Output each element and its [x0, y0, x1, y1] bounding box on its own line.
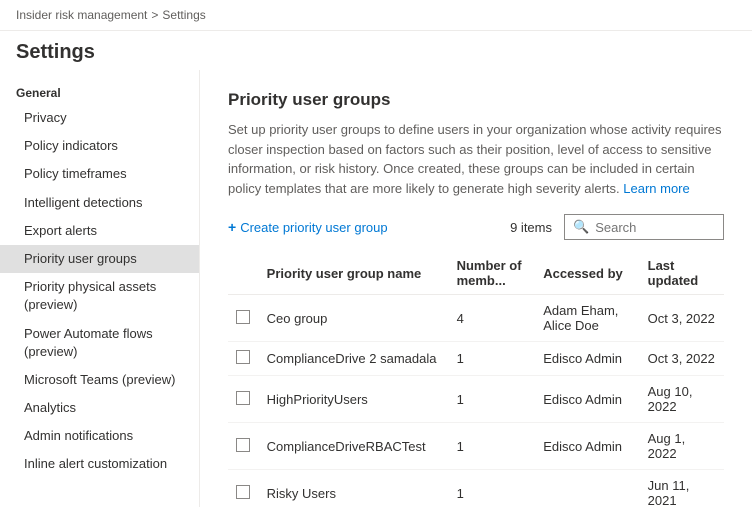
row-group-name: ComplianceDriveRBACTest [259, 423, 449, 470]
create-priority-user-group-button[interactable]: + Create priority user group [228, 215, 388, 239]
plus-icon: + [228, 219, 236, 235]
sidebar-item-policy-timeframes[interactable]: Policy timeframes [0, 160, 199, 188]
sidebar-item-analytics[interactable]: Analytics [0, 394, 199, 422]
table-row: HighPriorityUsers1Edisco AdminAug 10, 20… [228, 376, 724, 423]
page-title: Settings [16, 41, 736, 64]
row-last-updated: Oct 3, 2022 [640, 342, 724, 376]
table-row: Risky Users1 Jun 11, 2021 [228, 470, 724, 507]
col-header-name: Priority user group name [259, 252, 449, 295]
row-checkbox[interactable] [236, 485, 250, 499]
row-accessed-by [535, 470, 639, 507]
sidebar-item-power-automate-flows[interactable]: Power Automate flows (preview) [0, 320, 199, 366]
breadcrumb: Insider risk management > Settings [0, 0, 752, 31]
col-header-members: Number of memb... [449, 252, 536, 295]
row-last-updated: Oct 3, 2022 [640, 295, 724, 342]
table-row: ComplianceDrive 2 samadala1Edisco AdminO… [228, 342, 724, 376]
sidebar-item-privacy[interactable]: Privacy [0, 104, 199, 132]
sidebar-section-general: General [0, 80, 199, 104]
page-header: Settings [0, 31, 752, 70]
row-members-count: 1 [449, 376, 536, 423]
sidebar-item-export-alerts[interactable]: Export alerts [0, 217, 199, 245]
col-header-accessed: Accessed by [535, 252, 639, 295]
row-members-count: 4 [449, 295, 536, 342]
row-group-name: HighPriorityUsers [259, 376, 449, 423]
toolbar-right: 9 items 🔍 [510, 214, 724, 240]
table-header: Priority user group name Number of memb.… [228, 252, 724, 295]
search-input[interactable] [595, 220, 715, 235]
row-group-name: Risky Users [259, 470, 449, 507]
row-members-count: 1 [449, 470, 536, 507]
priority-user-groups-table: Priority user group name Number of memb.… [228, 252, 724, 507]
section-title: Priority user groups [228, 90, 724, 110]
content-area: General PrivacyPolicy indicatorsPolicy t… [0, 70, 752, 507]
row-accessed-by: Edisco Admin [535, 376, 639, 423]
sidebar-item-policy-indicators[interactable]: Policy indicators [0, 132, 199, 160]
breadcrumb-separator: > [151, 8, 158, 22]
row-accessed-by: Edisco Admin [535, 423, 639, 470]
search-box[interactable]: 🔍 [564, 214, 724, 240]
search-icon: 🔍 [573, 219, 589, 235]
row-members-count: 1 [449, 423, 536, 470]
create-button-label: Create priority user group [240, 220, 387, 235]
row-members-count: 1 [449, 342, 536, 376]
sidebar-item-intelligent-detections[interactable]: Intelligent detections [0, 189, 199, 217]
sidebar-item-priority-physical-assets[interactable]: Priority physical assets (preview) [0, 273, 199, 319]
main-content: Priority user groups Set up priority use… [200, 70, 752, 507]
col-header-checkbox [228, 252, 259, 295]
toolbar: + Create priority user group 9 items 🔍 [228, 214, 724, 240]
sidebar-item-priority-user-groups[interactable]: Priority user groups [0, 245, 199, 273]
row-group-name: Ceo group [259, 295, 449, 342]
row-last-updated: Jun 11, 2021 [640, 470, 724, 507]
row-accessed-by: Adam Eham, Alice Doe [535, 295, 639, 342]
items-count: 9 items [510, 220, 552, 235]
breadcrumb-parent[interactable]: Insider risk management [16, 8, 147, 22]
row-accessed-by: Edisco Admin [535, 342, 639, 376]
row-checkbox[interactable] [236, 350, 250, 364]
learn-more-link[interactable]: Learn more [623, 181, 689, 196]
row-group-name: ComplianceDrive 2 samadala [259, 342, 449, 376]
row-last-updated: Aug 1, 2022 [640, 423, 724, 470]
table-row: ComplianceDriveRBACTest1Edisco AdminAug … [228, 423, 724, 470]
col-header-updated: Last updated [640, 252, 724, 295]
breadcrumb-current: Settings [162, 8, 205, 22]
row-checkbox[interactable] [236, 310, 250, 324]
row-last-updated: Aug 10, 2022 [640, 376, 724, 423]
table-body: Ceo group4Adam Eham, Alice DoeOct 3, 202… [228, 295, 724, 507]
row-checkbox[interactable] [236, 391, 250, 405]
sidebar-item-inline-alert-customization[interactable]: Inline alert customization [0, 450, 199, 478]
table-row: Ceo group4Adam Eham, Alice DoeOct 3, 202… [228, 295, 724, 342]
section-description: Set up priority user groups to define us… [228, 120, 724, 198]
row-checkbox[interactable] [236, 438, 250, 452]
sidebar-item-admin-notifications[interactable]: Admin notifications [0, 422, 199, 450]
sidebar: General PrivacyPolicy indicatorsPolicy t… [0, 70, 200, 507]
sidebar-item-microsoft-teams[interactable]: Microsoft Teams (preview) [0, 366, 199, 394]
